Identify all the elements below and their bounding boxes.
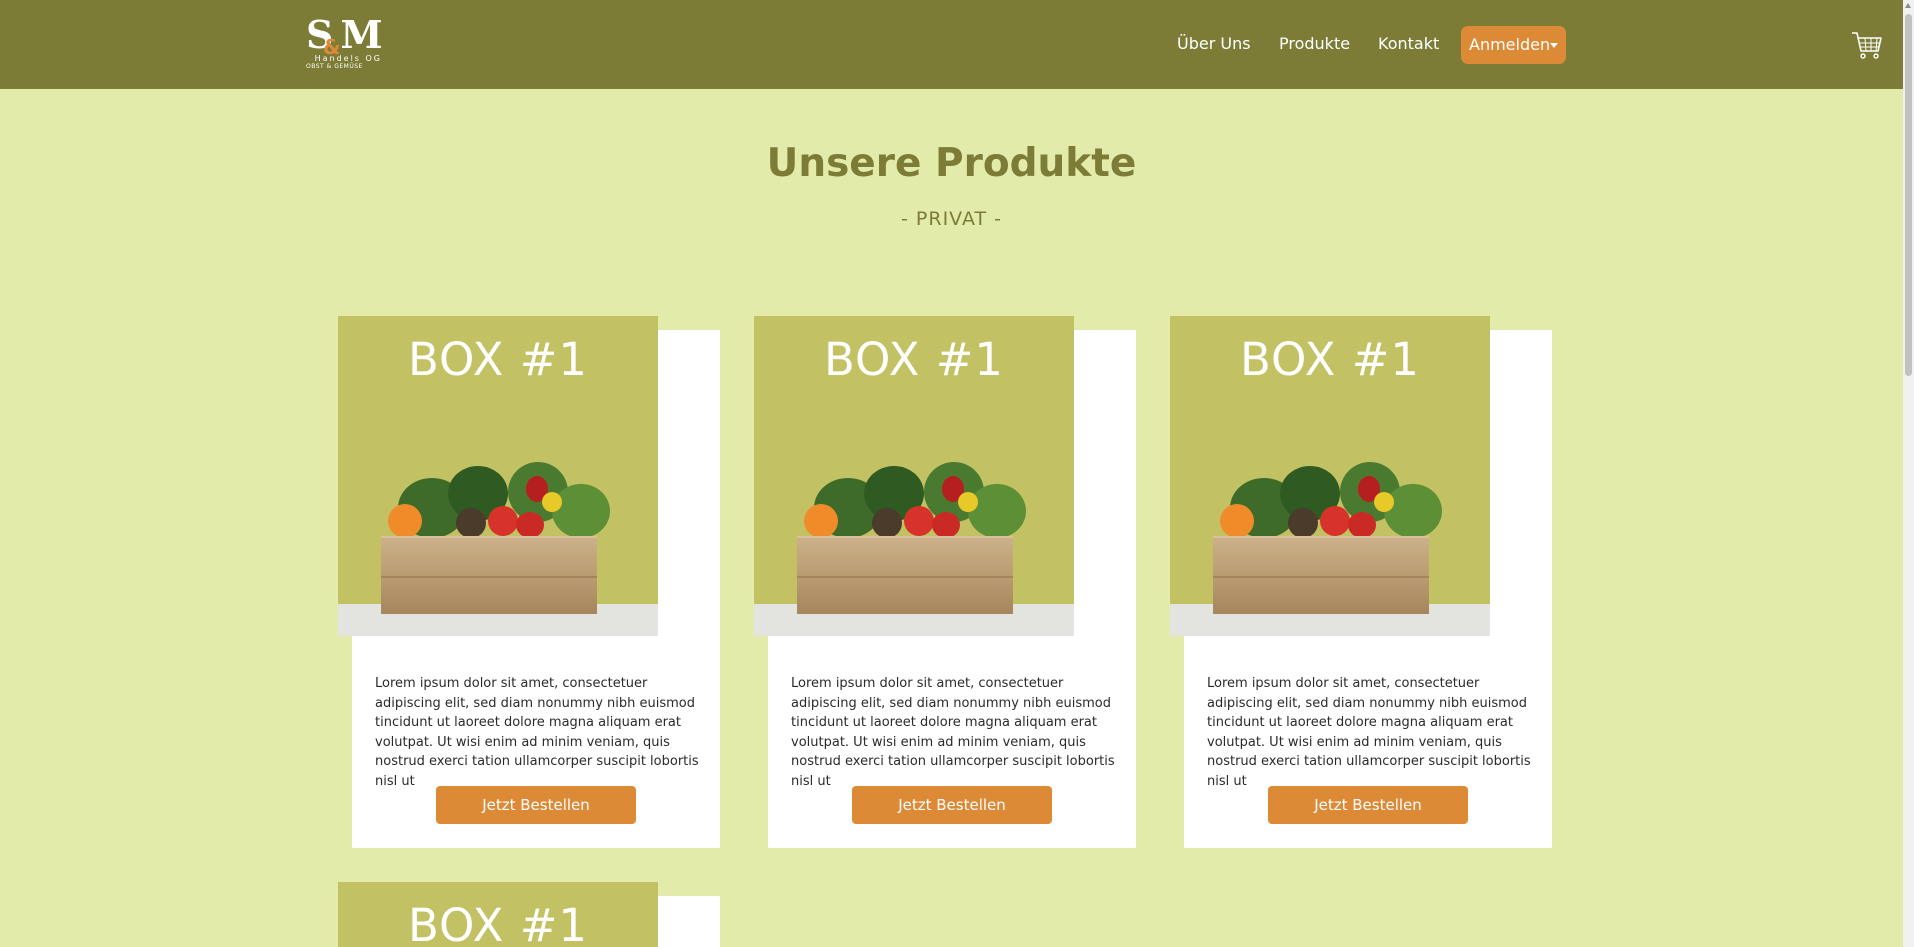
nav-link-kontakt[interactable]: Kontakt [1378,34,1439,54]
page-title: Unsere Produkte [766,141,1137,186]
product-description: Lorem ipsum dolor sit amet, consectetuer… [791,676,1115,789]
scrollbar-thumb[interactable] [1905,14,1912,376]
scroll-up-arrow-icon[interactable] [1905,3,1911,8]
product-image-title: BOX #1 [407,333,589,386]
order-button[interactable]: Jetzt Bestellen [852,786,1052,824]
page-subtitle: - PRIVAT - [901,208,1002,230]
login-button-label: Anmelden [1469,35,1551,54]
order-button[interactable]: Jetzt Bestellen [436,786,636,824]
product-image-title: BOX #1 [407,899,589,947]
product-description: Lorem ipsum dolor sit amet, consectetuer… [375,676,699,789]
shopping-cart-icon[interactable] [1851,30,1883,60]
login-dropdown-button[interactable]: Anmelden [1461,26,1566,64]
product-image: BOX #1 [338,882,658,947]
vertical-scrollbar[interactable] [1903,0,1914,947]
brand-logo[interactable]: SM & Handels OG OBST & GEMÜSE [306,12,383,72]
nav-link-produkte[interactable]: Produkte [1279,34,1350,54]
logo-line2: OBST & GEMÜSE [306,63,363,70]
navbar: SM & Handels OG OBST & GEMÜSE Über Uns P… [0,0,1903,89]
product-image-title: BOX #1 [1239,333,1421,386]
nav-link-ueber-uns[interactable]: Über Uns [1177,34,1251,54]
product-image-title: BOX #1 [823,333,1005,386]
product-image: BOX #1 [754,316,1074,636]
product-description: Lorem ipsum dolor sit amet, consectetuer… [1207,676,1531,789]
order-button[interactable]: Jetzt Bestellen [1268,786,1468,824]
caret-down-icon [1550,43,1558,48]
product-image: BOX #1 [1170,316,1490,636]
product-image: BOX #1 [338,316,658,636]
logo-mark: SM & [306,12,383,60]
